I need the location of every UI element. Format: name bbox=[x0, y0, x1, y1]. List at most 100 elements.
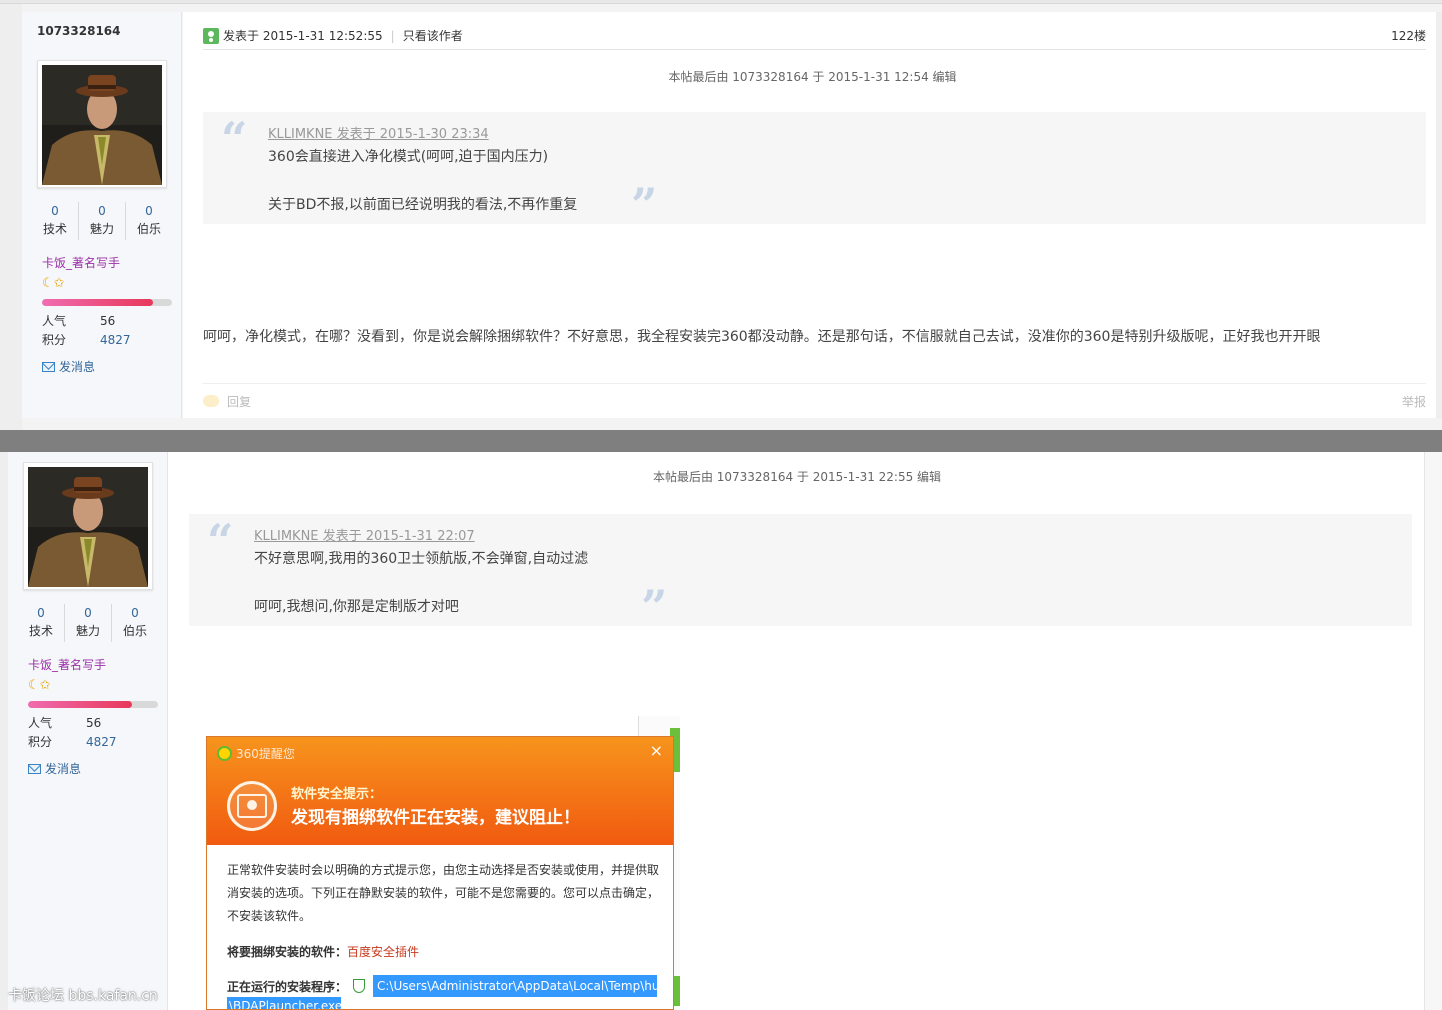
avatar[interactable] bbox=[23, 462, 153, 590]
popularity-label: 人气 bbox=[28, 716, 53, 730]
bundled-software-label: 将要捆绑安装的软件： bbox=[227, 945, 348, 959]
credit-progress-fill bbox=[28, 701, 132, 708]
reply-icon[interactable] bbox=[203, 395, 219, 407]
popularity-value: 56 bbox=[86, 716, 102, 730]
points-value[interactable]: 4827 bbox=[100, 331, 131, 350]
online-status-icon bbox=[203, 27, 219, 44]
popularity-label: 人气 bbox=[42, 314, 67, 328]
points-value[interactable]: 4827 bbox=[86, 733, 117, 752]
stat-label: 魅力 bbox=[89, 222, 114, 236]
stat-charm[interactable]: 0 魅力 bbox=[79, 202, 126, 240]
bundled-software-value: 百度安全插件 bbox=[347, 945, 420, 959]
stat-value: 0 bbox=[145, 204, 153, 218]
credit-progress-bar bbox=[28, 701, 158, 708]
author-stats: 0 技术 0 魅力 0 伯乐 bbox=[32, 202, 172, 240]
stat-charm[interactable]: 0 魅力 bbox=[65, 604, 112, 642]
bundled-software-row: 将要捆绑安装的软件：百度安全插件 bbox=[227, 943, 419, 960]
author-info: 人气 56 积分 4827 bbox=[42, 312, 131, 350]
author-sidebar: 1073328164 0 技术 0 魅力 0 伯乐 卡饭_著名写手 ☾✩ 人气 … bbox=[22, 12, 182, 418]
author-info: 人气 56 积分 4827 bbox=[28, 714, 117, 752]
quote-block: “ KLLIMKNE 发表于 2015-1-31 22:07 不好意思啊,我用的… bbox=[189, 514, 1412, 630]
left-gutter bbox=[0, 4, 22, 430]
quote-line: 关于BD不报,以前面已经说明我的看法,不再作重复 bbox=[268, 197, 578, 213]
reply-button[interactable]: 回复 bbox=[227, 393, 251, 410]
usergroup-link[interactable]: 卡饭_著名写手 bbox=[28, 656, 106, 673]
quote-open-icon: “ bbox=[207, 514, 234, 568]
stat-label: 魅力 bbox=[75, 624, 100, 638]
quote-line: 360会直接进入净化模式(呵呵,迫于国内压力) bbox=[268, 149, 549, 165]
send-message-link[interactable]: 发消息 bbox=[28, 760, 81, 777]
right-gutter bbox=[1436, 12, 1442, 418]
quote-line: 不好意思啊,我用的360卫士领航版,不会弹窗,自动过滤 bbox=[254, 551, 589, 567]
stat-mentor[interactable]: 0 伯乐 bbox=[112, 604, 158, 642]
close-icon[interactable]: × bbox=[650, 741, 663, 760]
popup-title-bar: 360提醒您 bbox=[217, 745, 295, 762]
post-body-text: 呵呵，净化模式，在哪？没看到，你是说会解除捆绑软件？不好意思，我全程安装完360… bbox=[203, 329, 1321, 345]
avatar[interactable] bbox=[37, 60, 167, 188]
author-stats: 0 技术 0 魅力 0 伯乐 bbox=[18, 604, 158, 642]
send-message-label: 发消息 bbox=[59, 360, 96, 374]
header-separator: | bbox=[390, 28, 395, 43]
installer-path-selected[interactable]: C:\Users\Administrator\AppData\Local\Tem… bbox=[373, 975, 657, 997]
popup-title: 360提醒您 bbox=[236, 747, 295, 761]
forum-watermark: 卡饭论坛 bbs.kafan.cn bbox=[8, 988, 158, 1004]
post-content: 发表于 2015-1-31 12:52:55 | 只看该作者 122楼 本帖最后… bbox=[183, 12, 1442, 418]
running-installer-row: 正在运行的安装程序： bbox=[227, 978, 366, 995]
post-footer: 回复 举报 bbox=[203, 383, 1426, 418]
post-header: 发表于 2015-1-31 12:52:55 | 只看该作者 122楼 bbox=[203, 22, 1426, 50]
quote-close-icon: ” bbox=[641, 580, 668, 634]
credit-progress-bar bbox=[42, 299, 172, 306]
stat-label: 伯乐 bbox=[136, 222, 161, 236]
running-installer-label: 正在运行的安装程序： bbox=[227, 980, 348, 994]
monitor-shape bbox=[237, 794, 267, 818]
usergroup-link[interactable]: 卡饭_著名写手 bbox=[42, 254, 120, 271]
post-panel-1: 1073328164 0 技术 0 魅力 0 伯乐 卡饭_著名写手 ☾✩ 人气 … bbox=[0, 0, 1442, 430]
popup-header: 360提醒您 × 软件安全提示： 发现有捆绑软件正在安装，建议阻止！ bbox=[207, 737, 673, 845]
edit-note: 本帖最后由 1073328164 于 2015-1-31 12:54 编辑 bbox=[668, 70, 957, 84]
floor-number[interactable]: 122楼 bbox=[1391, 27, 1426, 44]
avatar-image bbox=[42, 65, 162, 185]
author-sidebar: 0 技术 0 魅力 0 伯乐 卡饭_著名写手 ☾✩ 人气 56 积分 4827 发消… bbox=[8, 452, 168, 1010]
stat-tech[interactable]: 0 技术 bbox=[32, 202, 79, 240]
warning-monitor-icon bbox=[227, 781, 277, 831]
quote-block: “ KLLIMKNE 发表于 2015-1-30 23:34 360会直接进入净… bbox=[203, 112, 1426, 228]
mail-icon bbox=[28, 763, 41, 774]
top-border bbox=[0, 0, 1442, 4]
mail-icon bbox=[42, 361, 55, 372]
send-message-link[interactable]: 发消息 bbox=[42, 358, 95, 375]
360-logo-icon bbox=[217, 746, 232, 761]
quote-source-link[interactable]: KLLIMKNE 发表于 2015-1-31 22:07 bbox=[254, 525, 475, 544]
popularity-value: 56 bbox=[100, 314, 116, 328]
avatar-image bbox=[28, 467, 148, 587]
quote-open-icon: “ bbox=[221, 112, 248, 166]
stat-label: 技术 bbox=[42, 222, 67, 236]
report-button[interactable]: 举报 bbox=[1402, 393, 1426, 410]
points-label: 积分 bbox=[42, 333, 67, 347]
stat-label: 伯乐 bbox=[122, 624, 147, 638]
stat-value: 0 bbox=[98, 204, 106, 218]
quote-line: 呵呵,我想问,你那是定制版才对吧 bbox=[254, 599, 459, 615]
stat-value: 0 bbox=[51, 204, 59, 218]
quote-source-link[interactable]: KLLIMKNE 发表于 2015-1-30 23:34 bbox=[268, 123, 489, 142]
screenshot-divider bbox=[0, 430, 1442, 452]
post-time: 发表于 2015-1-31 12:52:55 bbox=[223, 29, 383, 43]
stat-tech[interactable]: 0 技术 bbox=[18, 604, 65, 642]
security-alert-popup: 360提醒您 × 软件安全提示： 发现有捆绑软件正在安装，建议阻止！ 正常软件安… bbox=[206, 736, 674, 1010]
points-label: 积分 bbox=[28, 735, 53, 749]
installer-path-selected-continued[interactable]: \BDAPlauncher.exe bbox=[227, 997, 341, 1009]
stat-value: 0 bbox=[131, 606, 139, 620]
edit-note: 本帖最后由 1073328164 于 2015-1-31 22:55 编辑 bbox=[652, 470, 942, 484]
right-gutter bbox=[1425, 452, 1442, 1010]
popup-description: 正常软件安装时会以明确的方式提示您，由您主动选择是否安装或使用，并提供取消安装的… bbox=[227, 863, 660, 923]
rank-stars-icon: ☾✩ bbox=[42, 276, 65, 291]
quote-close-icon: ” bbox=[631, 178, 658, 232]
popup-heading-small: 软件安全提示： bbox=[291, 787, 383, 802]
author-username[interactable]: 1073328164 bbox=[37, 24, 121, 38]
stat-mentor[interactable]: 0 伯乐 bbox=[126, 202, 172, 240]
left-gutter bbox=[0, 452, 8, 1010]
only-author-link[interactable]: 只看该作者 bbox=[403, 27, 463, 44]
shield-icon bbox=[353, 979, 366, 993]
credit-progress-fill bbox=[42, 299, 153, 306]
send-message-label: 发消息 bbox=[45, 762, 82, 776]
stat-value: 0 bbox=[84, 606, 92, 620]
